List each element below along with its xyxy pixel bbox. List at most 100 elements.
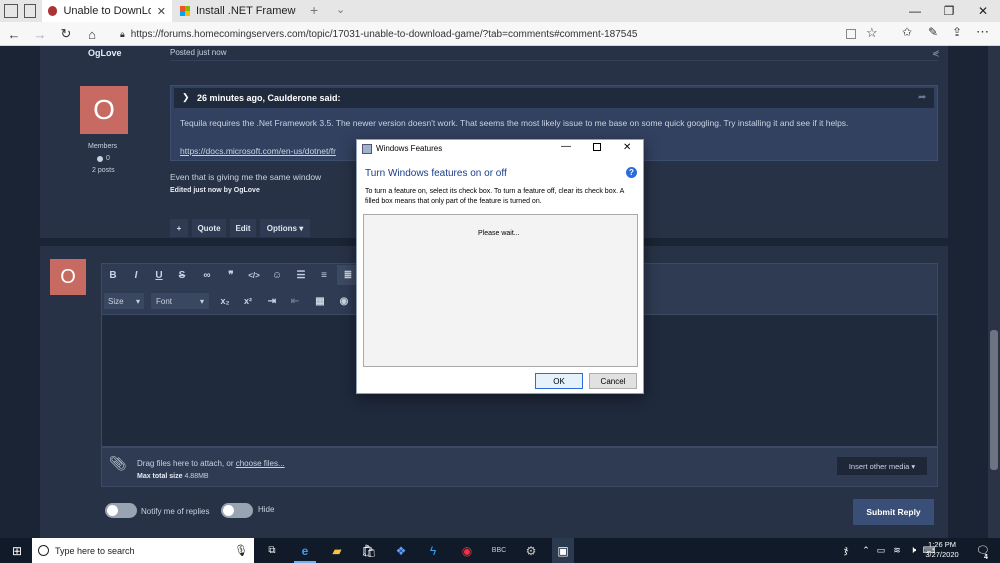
url-field[interactable]: 🔒︎ https://forums.homecomingservers.com/… [114,25,894,43]
strikethrough-icon[interactable]: S [171,265,193,285]
indent-icon[interactable]: ⇥ [261,291,283,311]
people-icon[interactable]: ჯ [838,538,854,563]
bbc-app-icon[interactable]: BBC [488,538,510,563]
outdent-icon[interactable]: ⇤ [284,291,306,311]
submit-reply-button[interactable]: Submit Reply [853,499,934,525]
attach-text: Drag files here to attach, or [137,459,236,468]
action-center-icon[interactable]: 🗨︎ [972,538,994,563]
edge-icon[interactable]: e [294,538,316,563]
link-icon[interactable]: ∞ [196,265,218,285]
back-icon[interactable]: ← [2,22,26,46]
refresh-icon[interactable]: ↻ [54,22,78,46]
tab-preview-icon[interactable] [24,4,36,18]
author-avatar[interactable]: O [80,86,128,134]
add-reaction-button[interactable]: + [170,219,188,237]
search-box[interactable]: Type here to search 🎙︎ [32,538,254,563]
battery-icon[interactable]: ▭ [874,538,888,563]
task-view-icon[interactable]: ⧉ [262,538,282,563]
close-window-icon[interactable]: ✕ [966,0,1000,22]
clock[interactable]: 1:26 PM 3/27/2020 [914,540,970,560]
tab-install-net[interactable]: Install .NET Framework 3.5 o [174,0,304,22]
italic-icon[interactable]: I [125,265,147,285]
notes-icon[interactable]: ✎ [928,25,938,39]
reputation: 0 [97,155,110,162]
bulleted-list-icon[interactable]: ☰ [290,265,312,285]
post-divider [170,60,938,61]
show-hidden-icons-icon[interactable]: ⌃ [860,538,872,563]
dialog-maximize-icon[interactable] [593,143,601,151]
post-author[interactable]: OgLove [88,48,122,58]
quote-expand-icon[interactable]: ❯ [182,92,190,103]
home-icon[interactable]: ⌂ [80,22,104,46]
wifi-icon[interactable]: ≋ [890,538,904,563]
bold-icon[interactable]: B [102,265,124,285]
close-icon[interactable]: ✕ [157,5,166,18]
clock-date: 3/27/2020 [925,550,959,559]
code-icon[interactable]: </> [243,265,265,285]
preview-icon[interactable]: ◉ [333,291,355,311]
tab-list-chevron-icon[interactable]: ⌄ [336,3,345,16]
edit-button[interactable]: Edit [230,219,256,237]
avatar-letter: O [93,94,115,125]
tab-unable-to-download[interactable]: Unable to DownLoad G ✕ [42,0,172,22]
font-select[interactable]: Font ▾ [151,293,209,309]
lock-icon: 🔒︎ [120,28,125,39]
scrollbar-thumb[interactable] [990,330,998,470]
options-button[interactable]: Options ▾ [260,219,310,237]
max-size-info: Max total size 4.88MB [137,473,209,480]
store-icon[interactable]: 🛍︎ [358,538,380,563]
dialog-close-icon[interactable]: ✕ [623,142,631,153]
quote-header[interactable]: 26 minutes ago, Caulderone said: [197,93,341,103]
numbered-list-icon[interactable]: ≡ [313,265,335,285]
microphone-icon[interactable]: 🎙︎ [234,544,248,557]
notify-label: Notify me of replies [141,507,210,516]
quote-link-icon[interactable]: ➦ [918,92,926,103]
post-body: Even that is giving me the same window [170,172,322,182]
dropbox-icon[interactable]: ❖ [390,538,412,563]
new-tab-icon[interactable]: + [310,2,318,18]
dialog-minimize-icon[interactable]: — [561,141,571,152]
forward-icon[interactable]: → [28,22,52,46]
site-favicon-icon [48,6,58,16]
hide-toggle[interactable] [221,503,253,518]
notify-toggle[interactable] [105,503,137,518]
file-explorer-icon[interactable]: ▰ [326,538,348,563]
more-icon[interactable]: ⋯ [976,24,989,40]
subscript-icon[interactable]: x₂ [214,291,236,311]
reputation-dot-icon [97,155,103,162]
quote-button[interactable]: Quote [192,219,226,237]
underline-icon[interactable]: U [148,265,170,285]
share-icon[interactable]: ⇪ [952,25,962,39]
paperclip-icon: 📎︎ [109,455,127,471]
minimize-icon[interactable]: — [898,0,932,22]
search-icon [38,545,49,556]
favorites-icon[interactable]: ✩ [902,25,912,39]
font-label: Font [156,296,173,306]
superscript-icon[interactable]: x² [237,291,259,311]
author-role: Members [88,143,118,150]
windows-features-taskbar-icon[interactable]: ▣ [552,538,574,563]
app-record-icon[interactable]: ◉ [456,538,478,563]
quote-text: Tequila requires the .Net Framework 3.5.… [180,118,849,128]
insert-media-button[interactable]: Insert other media ▾ [837,457,927,475]
size-select[interactable]: Size ▾ [104,293,144,309]
quote-icon[interactable]: ❞ [220,265,242,285]
maximize-icon[interactable]: ❐ [932,0,966,22]
windows-start-icon[interactable]: ⊞ [6,538,28,563]
table-icon[interactable]: ▦ [309,291,331,311]
post-edited-note: Edited just now by OgLove [170,187,260,194]
avatar-letter: O [60,265,76,288]
notification-count-badge: 4 [984,554,988,561]
choose-files-link[interactable]: choose files... [236,459,285,468]
tab-actions-icon[interactable] [4,4,18,18]
ok-button[interactable]: OK [535,373,583,389]
favorite-star-icon[interactable]: ☆ [866,25,878,41]
share-post-icon[interactable]: ⋞ [932,48,940,59]
help-icon[interactable]: ? [626,167,637,178]
quote-link[interactable]: https://docs.microsoft.com/en-us/dotnet/… [180,146,336,156]
steam-icon[interactable]: ⚙︎ [520,538,542,563]
cancel-button[interactable]: Cancel [589,373,637,389]
emoji-icon[interactable]: ☺ [266,265,288,285]
visual-studio-icon[interactable]: ϟ [422,538,444,563]
reading-view-icon[interactable] [846,29,856,39]
